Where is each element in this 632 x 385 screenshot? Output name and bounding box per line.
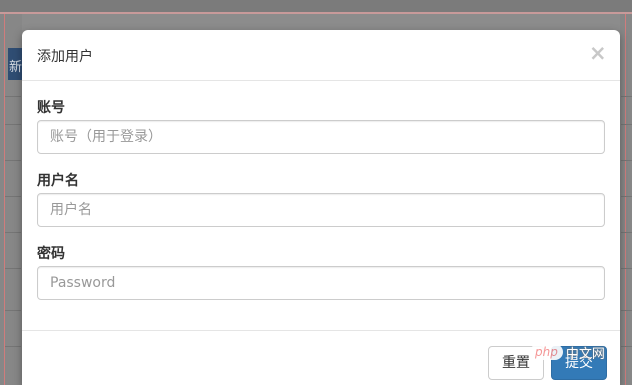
background-row-divider (621, 232, 632, 233)
dialog-footer-divider (22, 330, 620, 331)
close-icon[interactable]: × (589, 42, 607, 64)
background-row-divider (5, 124, 21, 125)
background-row-divider (621, 346, 632, 347)
password-label: 密码 (37, 246, 65, 262)
dialog-header: 添加用户 × (22, 30, 620, 81)
background-right-strip (620, 14, 632, 385)
background-top-divider (0, 12, 632, 14)
background-border-line (4, 14, 5, 385)
background-row-divider (5, 346, 21, 347)
background-row-divider (5, 232, 21, 233)
background-border-line (625, 14, 626, 385)
account-label: 账号 (37, 100, 65, 116)
background-row-divider (621, 124, 632, 125)
background-top-bar (0, 0, 632, 12)
background-row-divider (621, 196, 632, 197)
submit-button[interactable]: 提交 (551, 346, 607, 380)
background-row-divider (5, 310, 21, 311)
background-row-divider (621, 310, 632, 311)
password-input[interactable] (37, 266, 605, 300)
background-add-button: 新增 (8, 48, 22, 80)
background-add-button-label: 新增 (9, 60, 22, 75)
background-row-divider (5, 196, 21, 197)
background-row-divider (5, 96, 21, 97)
background-row-divider (621, 268, 632, 269)
background-row-divider (5, 268, 21, 269)
account-input[interactable] (37, 120, 605, 154)
background-row-divider (621, 96, 632, 97)
background-row-divider (621, 160, 632, 161)
username-input[interactable] (37, 193, 605, 227)
username-label: 用户名 (37, 173, 79, 189)
add-user-dialog: 添加用户 × 账号 用户名 密码 重置 提交 (22, 30, 620, 385)
reset-button[interactable]: 重置 (488, 346, 544, 380)
background-row-divider (5, 160, 21, 161)
dialog-title: 添加用户 (37, 49, 93, 65)
